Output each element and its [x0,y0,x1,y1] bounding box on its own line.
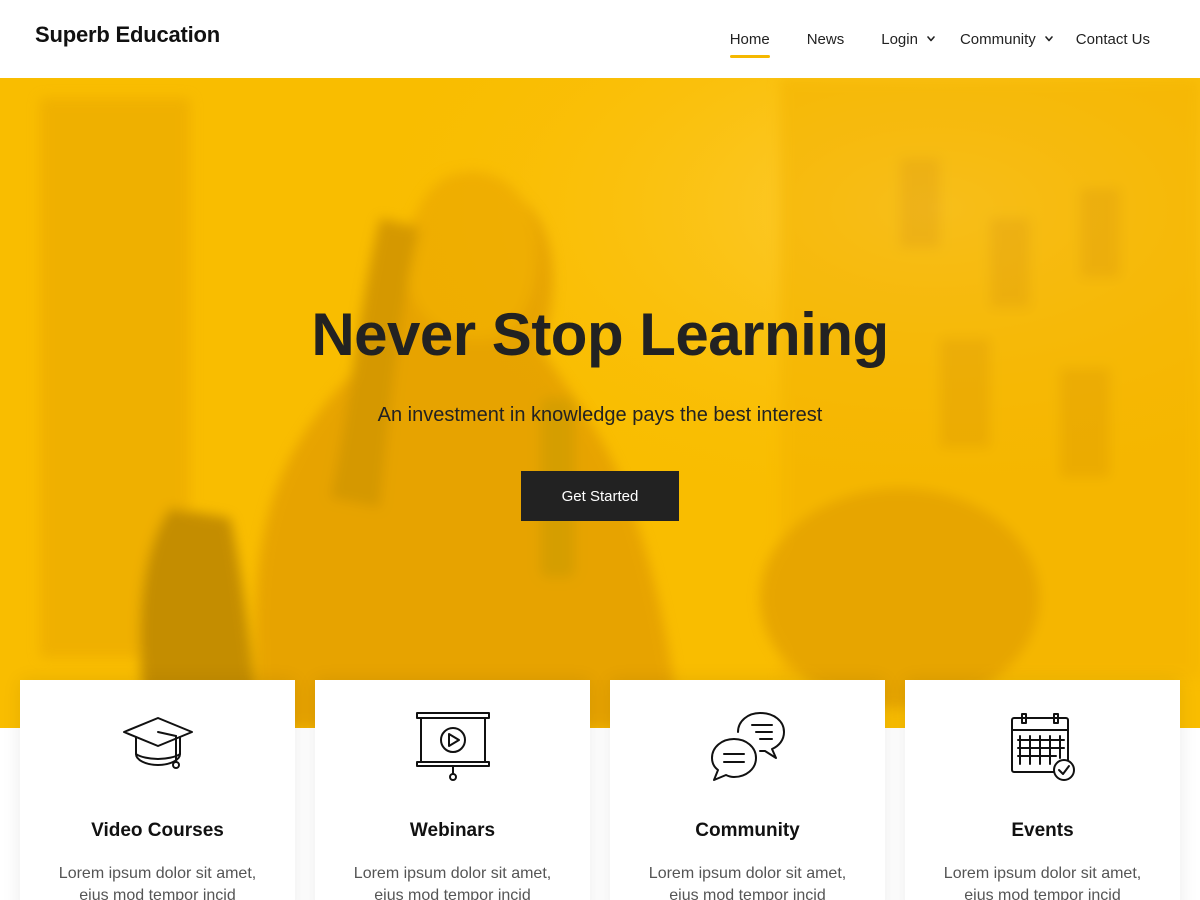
feature-card-webinars[interactable]: Webinars Lorem ipsum dolor sit amet, eiu… [315,680,590,900]
feature-card-title: Video Courses [91,820,224,841]
nav-item-login[interactable]: Login [881,0,936,78]
chevron-down-icon[interactable] [1044,34,1054,44]
feature-cards: Video Courses Lorem ipsum dolor sit amet… [20,680,1180,900]
nav-item-news[interactable]: News [807,0,845,78]
graduation-cap-icon [122,717,193,769]
feature-card-text: Lorem ipsum dolor sit amet, eius mod tem… [353,865,552,900]
feature-card-events[interactable]: Events Lorem ipsum dolor sit amet, eius … [905,680,1180,900]
feature-card-title: Community [695,820,800,841]
feature-card-community[interactable]: Community Lorem ipsum dolor sit amet, ei… [610,680,885,900]
feature-card-text: Lorem ipsum dolor sit amet, eius mod tem… [648,865,847,900]
presentation-screen-icon [415,712,490,781]
chevron-down-icon[interactable] [926,34,936,44]
nav-item-home[interactable]: Home [729,0,770,78]
feature-card-text: Lorem ipsum dolor sit amet, eius mod tem… [943,865,1142,900]
nav-item-label: Home [729,30,770,58]
main-nav: Home News Login Community Contact Us [729,0,1150,78]
feature-card-text: Lorem ipsum dolor sit amet, eius mod tem… [58,865,257,900]
hero-title: Never Stop Learning [311,301,889,368]
nav-item-label: Contact Us [1075,30,1150,48]
get-started-button[interactable]: Get Started [521,471,679,521]
feature-card-title: Events [1011,820,1074,841]
calendar-check-icon [1010,713,1075,781]
site-brand[interactable]: Superb Education [35,22,220,48]
chat-bubbles-icon [710,712,785,781]
nav-item-label: Community [959,30,1036,48]
nav-item-label: Login [881,30,918,48]
nav-item-contact[interactable]: Contact Us [1076,0,1150,78]
site-header: Superb Education Home News Login Communi… [0,0,1200,78]
feature-card-video-courses[interactable]: Video Courses Lorem ipsum dolor sit amet… [20,680,295,900]
feature-card-title: Webinars [409,820,496,841]
hero-background-image [0,78,1200,728]
hero-subtitle: An investment in knowledge pays the best… [377,404,823,426]
nav-item-community[interactable]: Community [960,0,1054,78]
hero-section: Never Stop Learning An investment in kno… [0,78,1200,728]
nav-item-label: News [806,30,845,48]
